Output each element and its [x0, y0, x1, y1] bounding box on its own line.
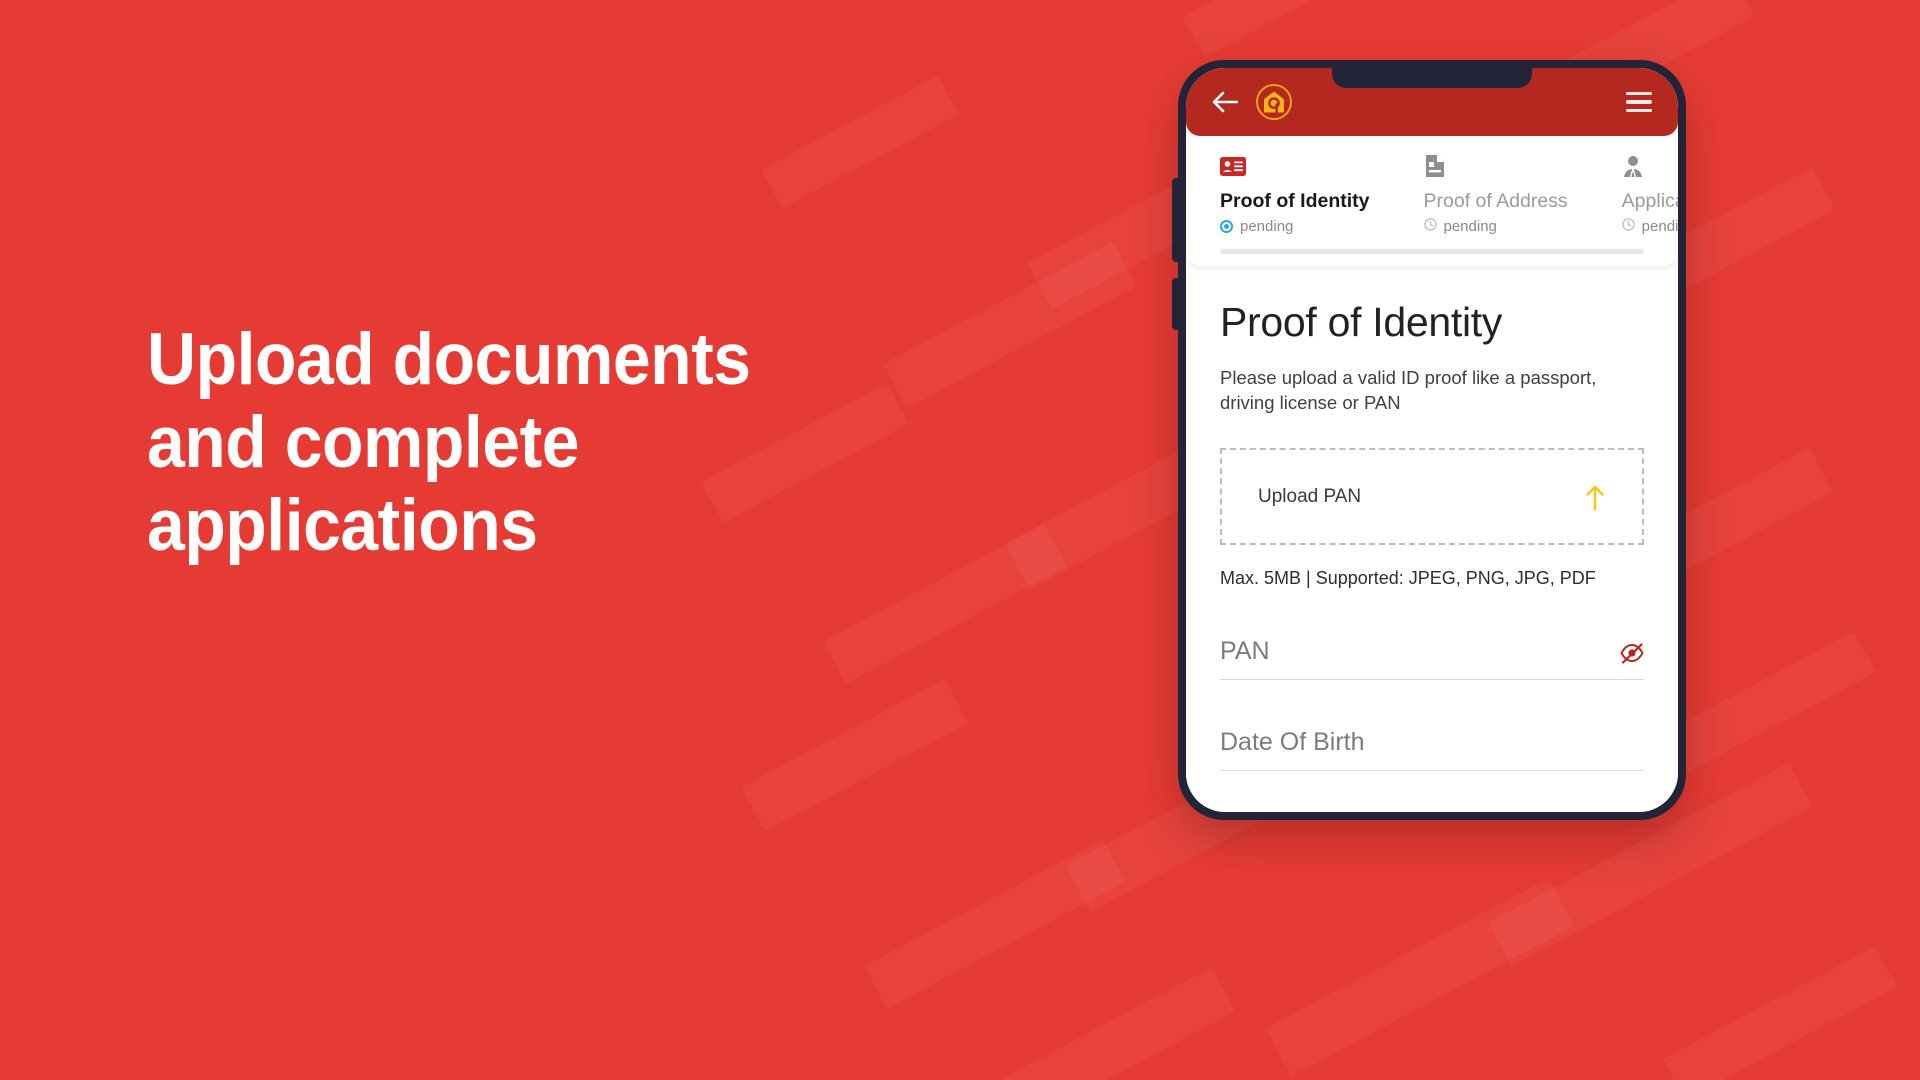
- menu-bar-3: [1626, 109, 1652, 113]
- tabs-scrollbar[interactable]: [1220, 249, 1644, 254]
- tab-applicant[interactable]: Applicant pending: [1622, 154, 1678, 235]
- menu-bar-2: [1626, 100, 1652, 104]
- home-q-logo-icon[interactable]: [1255, 83, 1293, 121]
- clock-icon: [1621, 218, 1635, 235]
- phone-volume-down-button[interactable]: [1172, 278, 1180, 330]
- phone-notch: [1332, 68, 1532, 88]
- tab-label: Applicant: [1621, 190, 1678, 212]
- tab-proof-of-identity[interactable]: Proof of Identity pending: [1220, 154, 1370, 235]
- eye-off-icon[interactable]: [1620, 642, 1644, 664]
- page-description: Please upload a valid ID proof like a pa…: [1220, 367, 1597, 413]
- step-tabs-row: Proof of Identity pending Proof of Addre…: [1186, 154, 1678, 235]
- page-headline: Upload documents and complete applicatio…: [147, 319, 751, 566]
- background-stripe: [741, 678, 969, 832]
- tab-label: Proof of Identity: [1220, 190, 1370, 212]
- menu-bar-1: [1626, 91, 1652, 95]
- background-stripe: [1663, 946, 1897, 1080]
- clock-icon: [1423, 218, 1437, 235]
- background-stripe: [1182, 0, 1408, 58]
- date-of-birth-field-label: Date Of Birth: [1220, 728, 1365, 756]
- tab-status: pending: [1621, 218, 1678, 235]
- tab-status-text: pending: [1443, 218, 1497, 235]
- tab-proof-of-address[interactable]: Proof of Address pending: [1424, 154, 1568, 235]
- document-icon: [1424, 154, 1568, 178]
- background-stripe: [823, 524, 1067, 684]
- status-active-dot-icon: [1220, 220, 1233, 233]
- upload-dropzone[interactable]: Upload PAN: [1220, 448, 1644, 545]
- form-content: Proof of Identity Please upload a valid …: [1186, 266, 1678, 812]
- person-icon: [1622, 154, 1678, 178]
- page-title: Proof of Identity: [1220, 299, 1503, 345]
- pan-field[interactable]: PAN: [1220, 637, 1644, 680]
- id-card-icon: [1220, 154, 1370, 178]
- background-stripe: [883, 241, 1137, 409]
- upload-label: Upload PAN: [1258, 485, 1362, 507]
- upload-arrow-icon[interactable]: [1584, 484, 1606, 510]
- tab-status: pending: [1220, 218, 1370, 235]
- background-stripe: [864, 839, 1126, 1009]
- step-tabs-card: Proof of Identity pending Proof of Addre…: [1186, 136, 1678, 266]
- tab-status-text: pending: [1641, 218, 1678, 235]
- upload-hint-text: Max. 5MB | Supported: JPEG, PNG, JPG, PD…: [1220, 568, 1596, 588]
- date-of-birth-field[interactable]: Date Of Birth: [1220, 728, 1644, 771]
- hamburger-menu-icon[interactable]: [1626, 91, 1652, 113]
- arrow-left-icon[interactable]: [1212, 89, 1238, 115]
- background-stripe: [964, 967, 1236, 1080]
- tab-status: pending: [1423, 218, 1568, 235]
- background-stripe: [1266, 878, 1574, 1076]
- phone-mockup: Proof of Identity pending Proof of Addre…: [1172, 60, 1686, 820]
- tab-status-text: pending: [1240, 218, 1294, 235]
- background-stripe: [761, 75, 959, 209]
- phone-screen: Proof of Identity pending Proof of Addre…: [1186, 68, 1678, 812]
- phone-volume-up-button[interactable]: [1172, 178, 1180, 262]
- pan-field-label: PAN: [1220, 637, 1270, 665]
- tab-label: Proof of Address: [1423, 190, 1568, 212]
